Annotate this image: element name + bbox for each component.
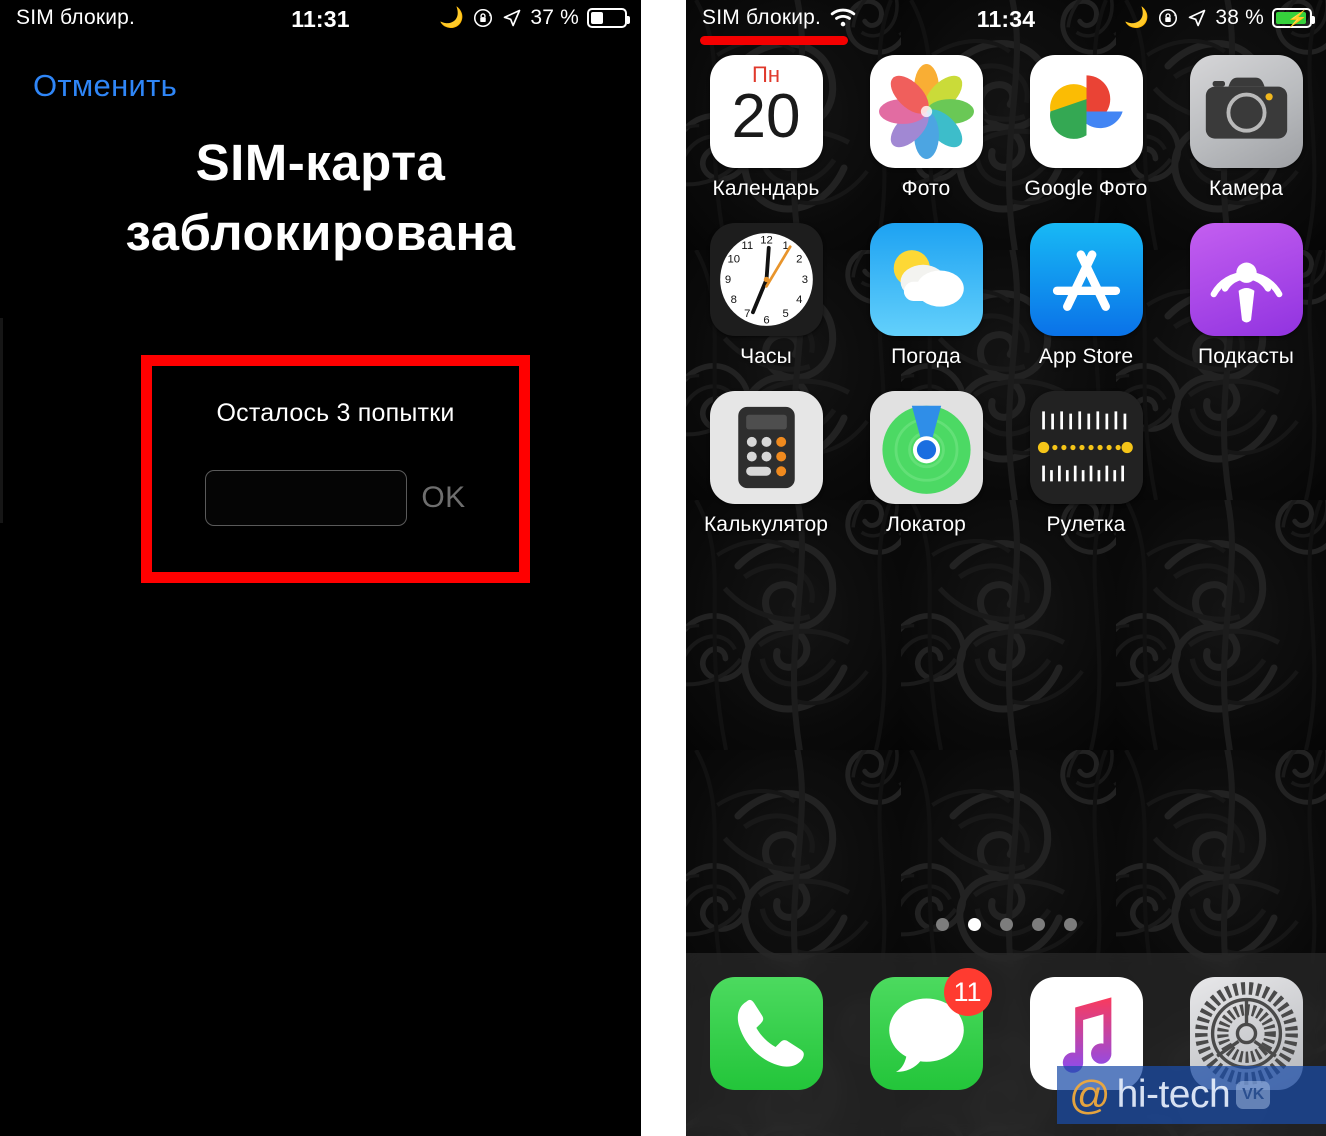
panel-divider	[641, 0, 686, 1136]
svg-text:5: 5	[782, 308, 788, 320]
svg-text:9: 9	[724, 274, 730, 286]
calculator-icon[interactable]	[709, 391, 823, 504]
moon-icon: 🌙	[439, 7, 465, 29]
app-label: Камера	[1209, 177, 1283, 200]
battery-icon	[587, 8, 630, 28]
svg-text:10: 10	[727, 254, 740, 266]
app-podcasts[interactable]: Подкасты	[1166, 223, 1326, 369]
app-clock[interactable]: 12 1 2 345 678 9 10 11 Часы	[686, 223, 846, 369]
app-google-photos[interactable]: Google Фото	[1006, 55, 1166, 201]
location-arrow-icon	[502, 8, 522, 28]
svg-text:3: 3	[801, 274, 807, 286]
location-arrow-icon	[1187, 8, 1207, 28]
rotation-lock-icon	[1157, 7, 1179, 29]
svg-text:8: 8	[730, 294, 736, 306]
clock-label: 11:31	[291, 6, 350, 32]
page-title: SIM-карта заблокирована	[0, 128, 641, 268]
app-photos[interactable]: Фото	[846, 55, 1006, 201]
vk-logo-icon: VK	[1236, 1081, 1271, 1109]
app-label: Подкасты	[1198, 345, 1294, 368]
svg-text:2: 2	[796, 254, 802, 266]
page-dot[interactable]	[1031, 918, 1045, 931]
calendar-day-number: 20	[731, 82, 801, 151]
app-find-my[interactable]: Локатор	[846, 391, 1006, 537]
sim-locked-underline	[700, 36, 848, 45]
ok-button[interactable]: OK	[421, 481, 465, 515]
photos-icon[interactable]	[869, 55, 983, 168]
phone-icon[interactable]	[709, 977, 823, 1090]
app-label: Фото	[901, 177, 951, 200]
app-calendar[interactable]: Пн 20 Календарь	[686, 55, 846, 201]
watermark-at-symbol: @	[1069, 1071, 1111, 1118]
app-empty-slot	[1166, 391, 1326, 537]
home-screen: SIM блокир. 11:34 🌙 38 % ⚡ Пн 20 Календа…	[686, 0, 1326, 1136]
app-camera[interactable]: Камера	[1166, 55, 1326, 201]
app-label: Калькулятор	[703, 513, 829, 536]
battery-percent-label: 37 %	[530, 6, 579, 29]
screenshot-root: SIM блокир. 11:31 🌙 37 % Отменить SIM-ка…	[0, 0, 1326, 1136]
weather-icon[interactable]	[869, 223, 983, 336]
app-grid: Пн 20 Календарь Фото Google Фото Камера …	[686, 55, 1326, 537]
measure-icon[interactable]	[1029, 391, 1143, 504]
svg-text:11: 11	[741, 240, 753, 252]
find-my-icon[interactable]	[869, 391, 983, 504]
status-bar-right-group-right: 🌙 38 % ⚡	[1124, 6, 1315, 30]
messages-badge: 11	[943, 968, 992, 1016]
page-dot[interactable]	[1063, 918, 1077, 931]
messages-icon[interactable]: 11	[869, 968, 992, 1090]
svg-text:6: 6	[763, 315, 769, 327]
page-title-line2: заблокирована	[125, 204, 516, 261]
app-label: Google Фото	[1024, 177, 1148, 200]
watermark: @ hi-tech VK	[1057, 1066, 1326, 1124]
app-store-icon[interactable]	[1029, 223, 1143, 336]
sim-locked-screen: SIM блокир. 11:31 🌙 37 % Отменить SIM-ка…	[0, 0, 641, 1136]
device-edge-artifact	[0, 318, 3, 523]
page-dot[interactable]	[999, 918, 1013, 931]
app-measure[interactable]: Рулетка	[1006, 391, 1166, 537]
page-title-line1: SIM-карта	[195, 134, 446, 191]
app-label: App Store	[1038, 345, 1134, 368]
app-label: Рулетка	[1046, 513, 1126, 536]
battery-percent-label: 38 %	[1215, 6, 1264, 29]
google-photos-icon[interactable]	[1029, 55, 1143, 168]
clock-label: 11:34	[976, 6, 1036, 32]
page-indicator[interactable]	[686, 918, 1326, 931]
pin-input[interactable]	[205, 470, 408, 526]
page-dot-active[interactable]	[967, 918, 981, 931]
svg-text:7: 7	[744, 308, 750, 320]
page-dot[interactable]	[935, 918, 949, 931]
app-label: Календарь	[712, 177, 820, 200]
status-bar-right-group: 🌙 37 %	[439, 6, 630, 30]
clock-icon[interactable]: 12 1 2 345 678 9 10 11	[709, 223, 823, 336]
app-calculator[interactable]: Калькулятор	[686, 391, 846, 537]
pin-entry-highlight-box: Осталось 3 попытки OK	[141, 355, 530, 583]
attempts-remaining-label: Осталось 3 попытки	[216, 399, 455, 427]
cancel-button[interactable]: Отменить	[33, 68, 177, 104]
app-label: Часы	[740, 345, 792, 368]
watermark-text: hi-tech	[1116, 1073, 1231, 1116]
podcasts-icon[interactable]	[1189, 223, 1303, 336]
app-app-store[interactable]: App Store	[1006, 223, 1166, 369]
moon-icon: 🌙	[1124, 7, 1150, 29]
rotation-lock-icon	[472, 7, 494, 29]
svg-text:4: 4	[796, 294, 802, 306]
battery-charging-icon: ⚡	[1272, 8, 1315, 28]
camera-icon[interactable]	[1189, 55, 1303, 168]
svg-text:12: 12	[760, 234, 773, 246]
status-bar-left: SIM блокир. 11:31 🌙 37 %	[0, 0, 641, 44]
app-label: Локатор	[886, 513, 966, 536]
app-weather[interactable]: Погода	[846, 223, 1006, 369]
calendar-icon[interactable]: Пн 20	[709, 55, 823, 168]
pin-entry-row: OK	[152, 470, 519, 526]
app-label: Погода	[891, 345, 961, 368]
